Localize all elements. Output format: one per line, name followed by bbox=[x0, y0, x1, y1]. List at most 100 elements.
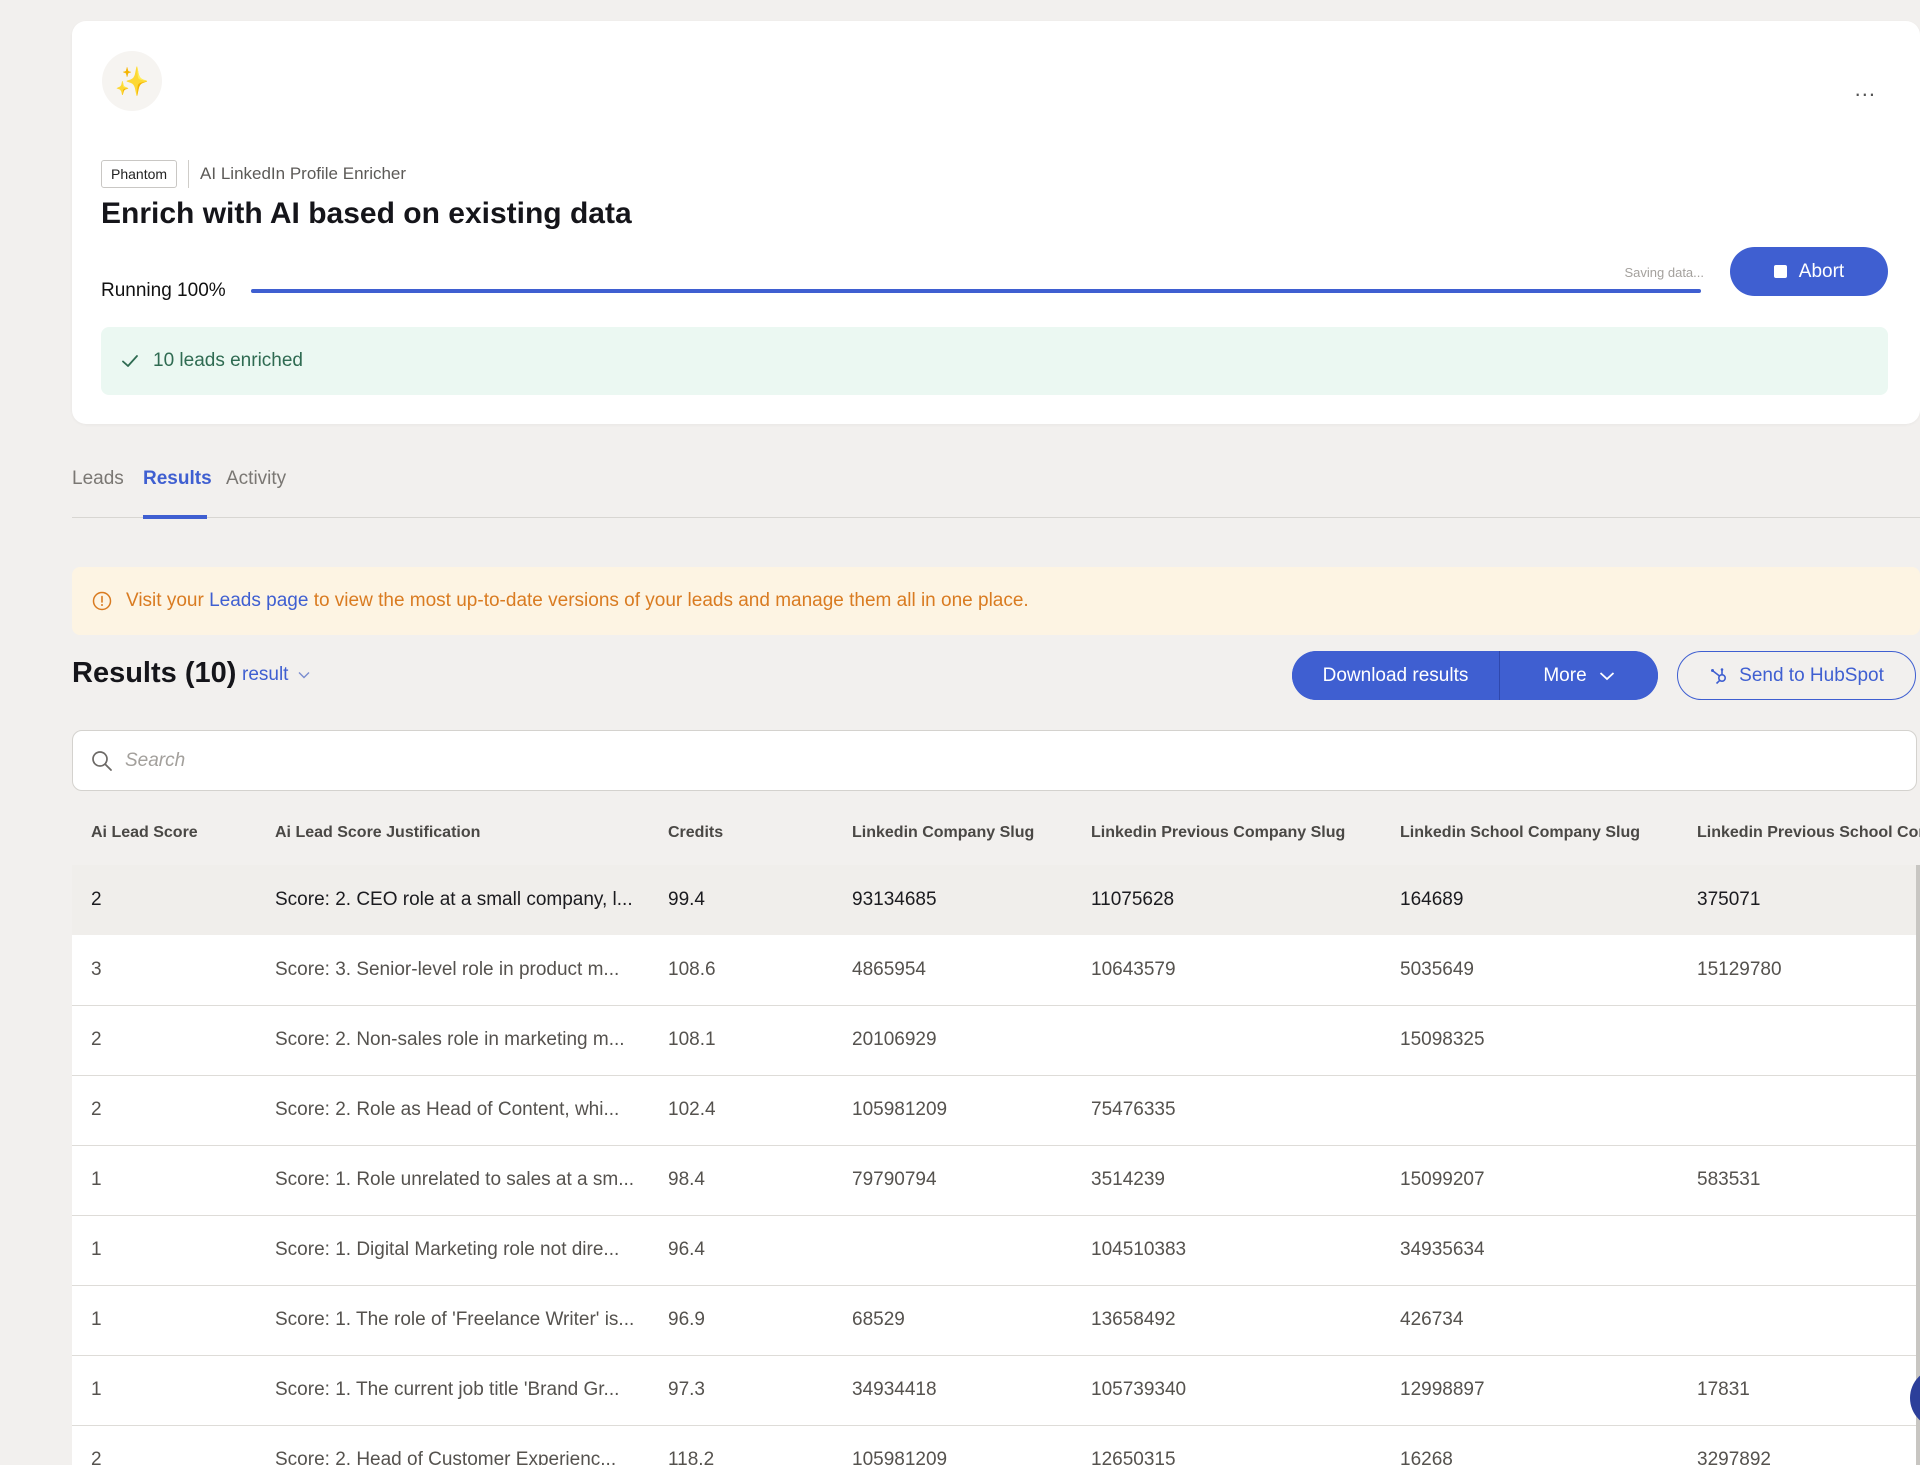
column-header[interactable]: Linkedin Company Slug bbox=[833, 800, 1072, 865]
table-row[interactable]: 1 Score: 1. Role unrelated to sales at a … bbox=[72, 1145, 1920, 1216]
table-row[interactable]: 2 Score: 2. Head of Customer Experienc...… bbox=[72, 1425, 1920, 1465]
results-table: Ai Lead Score Ai Lead Score Justification… bbox=[72, 800, 1920, 1465]
table-cell: 105981209 bbox=[833, 1075, 1072, 1146]
table-cell: Score: 1. The current job title 'Brand G… bbox=[256, 1355, 649, 1426]
notice-suffix: to view the most up-to-date versions of … bbox=[313, 590, 1029, 611]
table-row[interactable]: 2 Score: 2. Role as Head of Content, whi.… bbox=[72, 1075, 1920, 1146]
table-cell: 164689 bbox=[1381, 865, 1678, 935]
info-icon bbox=[92, 591, 112, 611]
column-header[interactable]: Ai Lead Score bbox=[72, 800, 256, 865]
table-cell: 108.6 bbox=[649, 935, 833, 1006]
column-header[interactable]: Credits bbox=[649, 800, 833, 865]
abort-label: Abort bbox=[1798, 260, 1845, 282]
result-select-value: result bbox=[242, 664, 289, 685]
table-cell: 96.4 bbox=[649, 1215, 833, 1286]
success-text: 10 leads enriched bbox=[153, 350, 303, 371]
phantom-tag-row: Phantom AI LinkedIn Profile Enricher bbox=[101, 160, 406, 188]
phantom-tag: Phantom bbox=[101, 160, 178, 188]
table-cell bbox=[1072, 1005, 1381, 1076]
table-cell: 34934418 bbox=[833, 1355, 1072, 1426]
table-cell: 2 bbox=[72, 1005, 256, 1076]
more-dropdown-button[interactable]: More bbox=[1500, 651, 1658, 700]
table-cell: 98.4 bbox=[649, 1145, 833, 1216]
tab-leads[interactable]: Leads bbox=[72, 468, 124, 514]
table-cell: 13658492 bbox=[1072, 1285, 1381, 1356]
phantom-name: AI LinkedIn Profile Enricher bbox=[200, 164, 407, 183]
table-cell: 15098325 bbox=[1381, 1005, 1678, 1076]
table-cell: 10643579 bbox=[1072, 935, 1381, 1006]
abort-button[interactable]: Abort bbox=[1730, 247, 1888, 296]
table-cell: 3514239 bbox=[1072, 1145, 1381, 1216]
check-icon bbox=[122, 355, 138, 367]
table-row[interactable]: 1 Score: 1. Digital Marketing role not di… bbox=[72, 1215, 1920, 1286]
result-type-select[interactable]: result bbox=[242, 664, 310, 686]
search-input[interactable] bbox=[125, 749, 1825, 772]
table-cell: 12650315 bbox=[1072, 1425, 1381, 1465]
table-cell bbox=[1678, 1005, 1920, 1076]
table-cell: 15129780 bbox=[1678, 935, 1920, 1006]
table-cell: Score: 2. CEO role at a small company, l… bbox=[256, 865, 649, 935]
table-cell: 5035649 bbox=[1381, 935, 1678, 1006]
hubspot-icon bbox=[1711, 667, 1727, 684]
table-cell: Score: 2. Non-sales role in marketing m.… bbox=[256, 1005, 649, 1076]
column-header[interactable]: Linkedin School Company Slug bbox=[1381, 800, 1678, 865]
progress-bar bbox=[251, 289, 1701, 293]
table-cell: 108.1 bbox=[649, 1005, 833, 1076]
table-row[interactable]: 2 Score: 2. Non-sales role in marketing m… bbox=[72, 1005, 1920, 1076]
table-cell: 93134685 bbox=[833, 865, 1072, 935]
run-status: Running 100% bbox=[101, 280, 226, 301]
table-cell bbox=[1381, 1075, 1678, 1146]
column-header[interactable]: Ai Lead Score Justification bbox=[256, 800, 649, 865]
column-header[interactable]: Linkedin Previous School Company Slug bbox=[1678, 800, 1920, 865]
table-cell: 375071 bbox=[1678, 865, 1920, 935]
table-cell: 34935634 bbox=[1381, 1215, 1678, 1286]
table-cell: 16268 bbox=[1381, 1425, 1678, 1465]
table-cell: 1 bbox=[72, 1145, 256, 1216]
page-title: Enrich with AI based on existing data bbox=[101, 197, 632, 230]
table-cell: Score: 1. The role of 'Freelance Writer'… bbox=[256, 1285, 649, 1356]
table-cell: 2 bbox=[72, 865, 256, 935]
search-box bbox=[72, 730, 1917, 791]
tab-bar: Leads Results Activity bbox=[72, 464, 1920, 519]
table-cell: 17831 bbox=[1678, 1355, 1920, 1426]
table-cell: 1 bbox=[72, 1355, 256, 1426]
leads-page-link[interactable]: Leads page bbox=[209, 590, 308, 611]
table-cell: 2 bbox=[72, 1075, 256, 1146]
table-cell: Score: 2. Head of Customer Experienc... bbox=[256, 1425, 649, 1465]
table-cell: 105981209 bbox=[833, 1425, 1072, 1465]
table-cell: 583531 bbox=[1678, 1145, 1920, 1216]
download-label: Download results bbox=[1322, 664, 1469, 686]
table-row[interactable]: 1 Score: 1. The current job title 'Brand … bbox=[72, 1355, 1920, 1426]
notice-text: Visit your Leads page to view the most u… bbox=[126, 590, 1029, 612]
table-cell: 2 bbox=[72, 1425, 256, 1465]
more-options-icon[interactable]: ... bbox=[1855, 78, 1876, 100]
table-row[interactable]: 3 Score: 3. Senior-level role in product … bbox=[72, 935, 1920, 1006]
column-header[interactable]: Linkedin Previous Company Slug bbox=[1072, 800, 1381, 865]
table-row[interactable]: 1 Score: 1. The role of 'Freelance Writer… bbox=[72, 1285, 1920, 1356]
table-cell: Score: 3. Senior-level role in product m… bbox=[256, 935, 649, 1006]
table-header-row: Ai Lead Score Ai Lead Score Justification… bbox=[72, 800, 1920, 865]
table-cell: Score: 1. Role unrelated to sales at a s… bbox=[256, 1145, 649, 1216]
tab-activity[interactable]: Activity bbox=[226, 468, 286, 514]
table-cell: 12998897 bbox=[1381, 1355, 1678, 1426]
table-cell: 118.2 bbox=[649, 1425, 833, 1465]
table-cell: 96.9 bbox=[649, 1285, 833, 1356]
chevron-down-icon bbox=[1599, 671, 1614, 680]
table-row[interactable]: 2 Score: 2. CEO role at a small company, … bbox=[72, 865, 1920, 935]
table-cell: 75476335 bbox=[1072, 1075, 1381, 1146]
success-banner: 10 leads enriched bbox=[101, 327, 1888, 395]
table-cell: 20106929 bbox=[833, 1005, 1072, 1076]
table-cell: 3297892 bbox=[1678, 1425, 1920, 1465]
table-cell: 1 bbox=[72, 1215, 256, 1286]
tab-results[interactable]: Results bbox=[143, 468, 212, 514]
download-results-button[interactable]: Download results bbox=[1292, 651, 1500, 700]
table-cell: 97.3 bbox=[649, 1355, 833, 1426]
table-cell: 79790794 bbox=[833, 1145, 1072, 1216]
search-icon bbox=[92, 750, 112, 771]
table-cell: 3 bbox=[72, 935, 256, 1006]
table-cell: 104510383 bbox=[1072, 1215, 1381, 1286]
table-cell: 102.4 bbox=[649, 1075, 833, 1146]
table-cell: 15099207 bbox=[1381, 1145, 1678, 1216]
results-table-container: Ai Lead Score Ai Lead Score Justification… bbox=[72, 800, 1920, 1465]
send-to-hubspot-button[interactable]: Send to HubSpot bbox=[1677, 651, 1916, 700]
